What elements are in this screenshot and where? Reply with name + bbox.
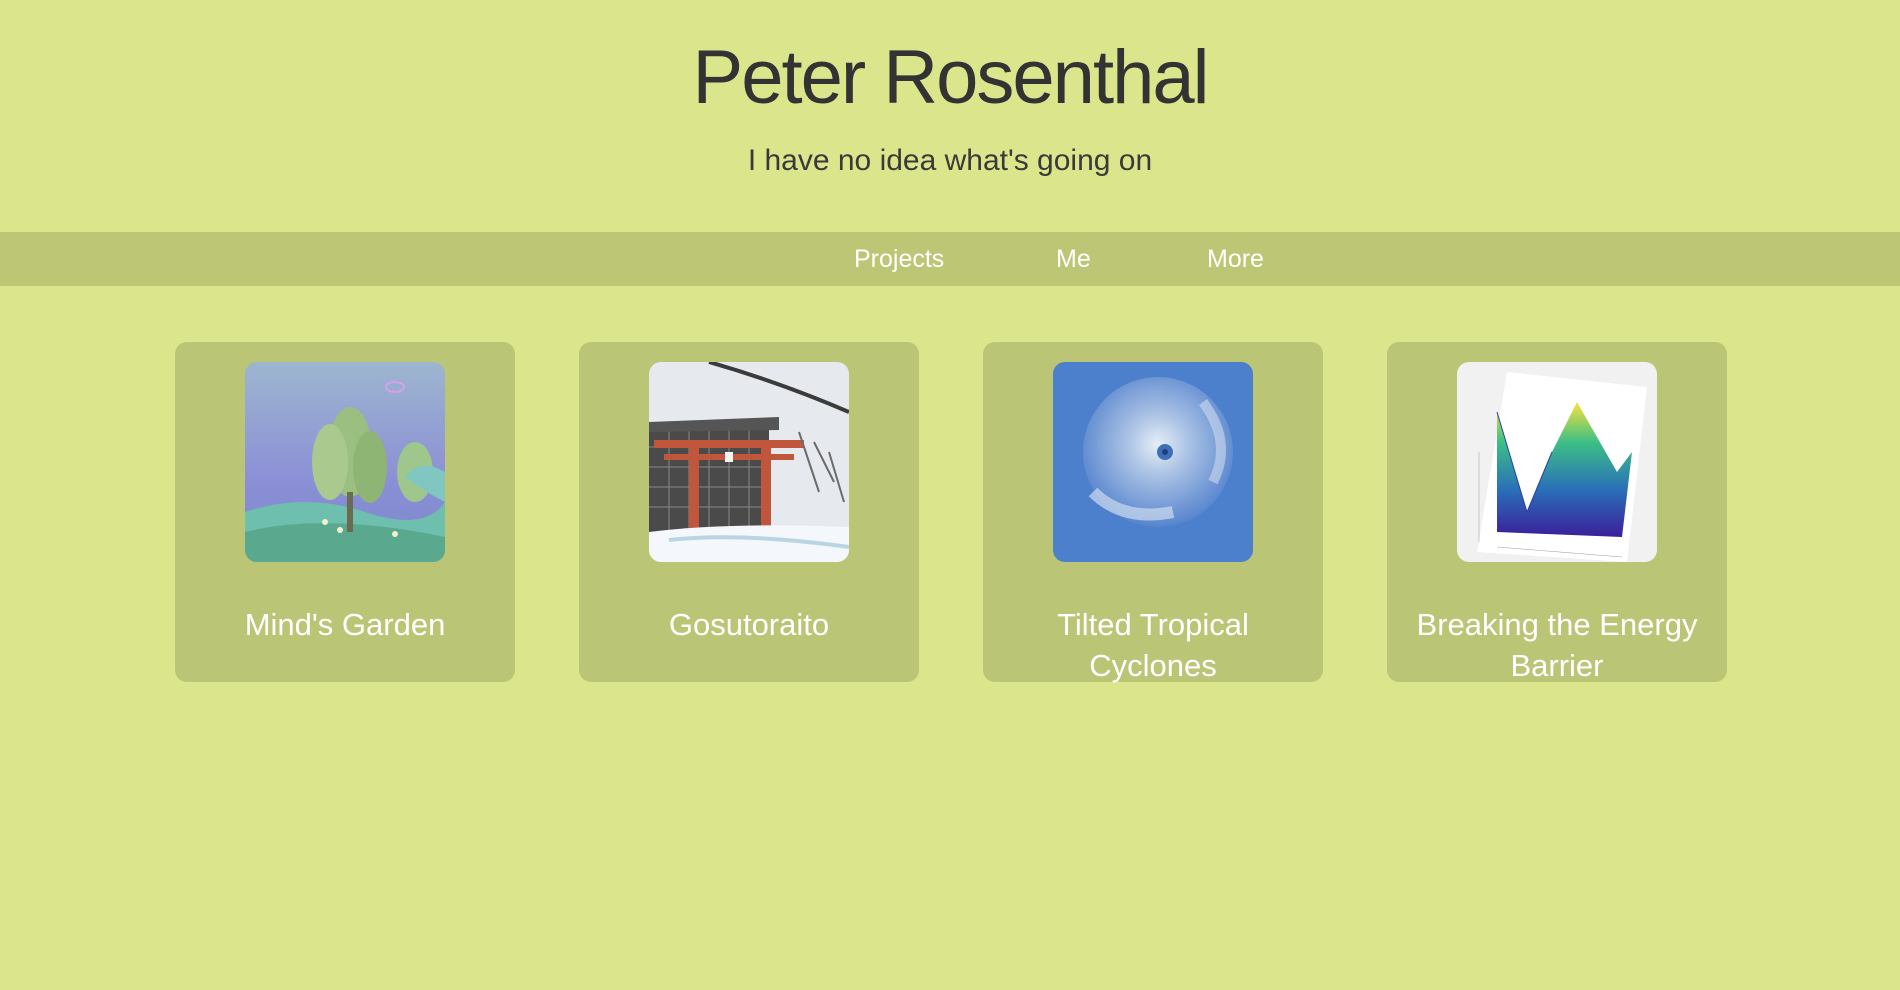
- nav-item-projects[interactable]: Projects: [854, 232, 944, 286]
- project-title[interactable]: Gosutoraito: [589, 604, 909, 645]
- site-subtitle: I have no idea what's going on: [747, 144, 1153, 177]
- cyclone-satellite-image[interactable]: [1053, 362, 1253, 562]
- main-nav: Projects Me More: [0, 232, 1900, 286]
- site-header: Peter Rosenthal I have no idea what's go…: [0, 0, 1900, 232]
- project-card-minds-garden[interactable]: Mind's Garden: [175, 342, 515, 682]
- project-card-tilted-tropical-cyclones[interactable]: Tilted Tropical Cyclones: [983, 342, 1323, 683]
- nav-item-more[interactable]: More: [1207, 232, 1264, 286]
- project-title[interactable]: Tilted Tropical Cyclones: [993, 604, 1313, 686]
- energy-surface-plot-image[interactable]: [1457, 362, 1657, 562]
- project-card-breaking-the-energy-barrier[interactable]: Breaking the Energy Barrier: [1387, 342, 1727, 683]
- project-title[interactable]: Breaking the Energy Barrier: [1397, 604, 1717, 686]
- garden-scene-image[interactable]: [245, 362, 445, 562]
- project-card-gosutoraito[interactable]: Gosutoraito: [579, 342, 919, 682]
- nav-item-me[interactable]: Me: [1056, 232, 1091, 286]
- site-title: Peter Rosenthal: [692, 35, 1210, 120]
- torii-gate-snow-image[interactable]: [649, 362, 849, 562]
- project-title[interactable]: Mind's Garden: [185, 604, 505, 645]
